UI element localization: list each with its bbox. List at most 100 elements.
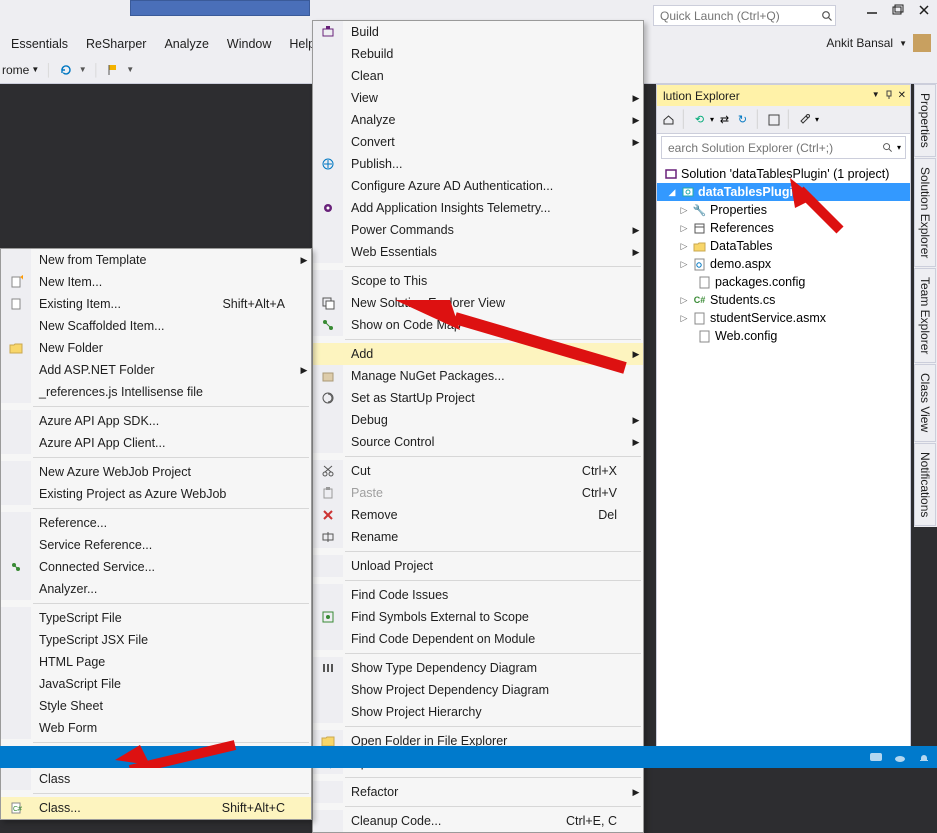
- menu-item[interactable]: Style Sheet: [1, 695, 311, 717]
- menu-item[interactable]: TypeScript File: [1, 607, 311, 629]
- expander-icon[interactable]: ▷: [679, 313, 689, 324]
- menu-item[interactable]: Rename: [313, 526, 643, 548]
- menu-item[interactable]: Find Code Issues: [313, 584, 643, 606]
- menu-item[interactable]: Web Form: [1, 717, 311, 739]
- menu-item[interactable]: Add ▶: [313, 343, 643, 365]
- menu-item[interactable]: Remove Del: [313, 504, 643, 526]
- document-tab[interactable]: [130, 0, 310, 16]
- quick-launch-input[interactable]: [654, 8, 817, 24]
- menu-item[interactable]: Unload Project: [313, 555, 643, 577]
- menu-item[interactable]: Rebuild: [313, 43, 643, 65]
- menu-item[interactable]: C# Class... Shift+Alt+C: [1, 797, 311, 819]
- menu-item[interactable]: Cut Ctrl+X: [313, 460, 643, 482]
- menu-item[interactable]: Analyzer...: [1, 578, 311, 600]
- menu-item[interactable]: New Azure WebJob Project: [1, 461, 311, 483]
- restore-button[interactable]: [891, 3, 905, 17]
- menu-item[interactable]: JavaScript File: [1, 673, 311, 695]
- properties-icon[interactable]: [797, 112, 812, 127]
- menu-item[interactable]: Power Commands ▶: [313, 219, 643, 241]
- menu-item[interactable]: Analyze ▶: [313, 109, 643, 131]
- tree-item[interactable]: ▷References: [657, 219, 910, 237]
- quick-launch-box[interactable]: [653, 5, 836, 26]
- menu-item[interactable]: _references.js Intellisense file: [1, 381, 311, 403]
- expander-icon[interactable]: ◢: [667, 187, 677, 198]
- menu-item[interactable]: Show on Code Map: [313, 314, 643, 336]
- menu-item[interactable]: Publish...: [313, 153, 643, 175]
- expander-icon[interactable]: ▷: [679, 205, 689, 216]
- menu-item[interactable]: Azure API App SDK...: [1, 410, 311, 432]
- cloud-icon[interactable]: [893, 751, 907, 765]
- menu-resharper[interactable]: ReSharper: [77, 33, 155, 55]
- tree-item[interactable]: ▷🔧Properties: [657, 201, 910, 219]
- menu-item[interactable]: View ▶: [313, 87, 643, 109]
- menu-window[interactable]: Window: [218, 33, 280, 55]
- menu-essentials[interactable]: Essentials: [2, 33, 77, 55]
- chevron-down-icon[interactable]: ▼: [872, 90, 880, 101]
- menu-item[interactable]: New Folder: [1, 337, 311, 359]
- menu-item[interactable]: Existing Item... Shift+Alt+A: [1, 293, 311, 315]
- menu-item[interactable]: Clean: [313, 65, 643, 87]
- browser-dropdown[interactable]: rome ▼: [2, 63, 39, 77]
- menu-item[interactable]: New from Template ▶: [1, 249, 311, 271]
- tree-item[interactable]: ▷DataTables: [657, 237, 910, 255]
- menu-item[interactable]: Build: [313, 21, 643, 43]
- menu-item[interactable]: Convert ▶: [313, 131, 643, 153]
- feedback-icon[interactable]: [869, 751, 883, 765]
- close-icon[interactable]: ✕: [898, 90, 906, 101]
- menu-item[interactable]: Find Code Dependent on Module: [313, 628, 643, 650]
- solution-explorer-search[interactable]: ▾: [661, 136, 906, 159]
- collapse-icon[interactable]: [766, 112, 781, 127]
- menu-item[interactable]: Paste Ctrl+V: [313, 482, 643, 504]
- menu-item[interactable]: Reference...: [1, 512, 311, 534]
- tree-item[interactable]: Web.config: [657, 327, 910, 345]
- solution-node[interactable]: Solution 'dataTablesPlugin' (1 project): [657, 165, 910, 183]
- side-tab-class-view[interactable]: Class View: [914, 364, 936, 441]
- menu-item[interactable]: Show Type Dependency Diagram: [313, 657, 643, 679]
- menu-item[interactable]: Show Project Hierarchy: [313, 701, 643, 723]
- user-area[interactable]: Ankit Bansal ▼: [826, 34, 931, 52]
- menu-item[interactable]: Class: [1, 768, 311, 790]
- tree-item[interactable]: ▷demo.aspx: [657, 255, 910, 273]
- menu-item[interactable]: TypeScript JSX File: [1, 629, 311, 651]
- menu-item[interactable]: Manage NuGet Packages...: [313, 365, 643, 387]
- menu-item[interactable]: Refactor ▶: [313, 781, 643, 803]
- expander-icon[interactable]: ▷: [679, 259, 689, 270]
- side-tab-properties[interactable]: Properties: [914, 84, 936, 157]
- notification-icon[interactable]: [917, 751, 931, 765]
- menu-item[interactable]: Add Application Insights Telemetry...: [313, 197, 643, 219]
- menu-item[interactable]: Web Essentials ▶: [313, 241, 643, 263]
- menu-item[interactable]: Find Symbols External to Scope: [313, 606, 643, 628]
- close-button[interactable]: [917, 3, 931, 17]
- tree-item[interactable]: packages.config: [657, 273, 910, 291]
- side-tab-team-explorer[interactable]: Team Explorer: [914, 268, 936, 363]
- menu-item[interactable]: Scope to This: [313, 270, 643, 292]
- menu-item[interactable]: Connected Service...: [1, 556, 311, 578]
- refresh-icon[interactable]: [59, 63, 73, 77]
- menu-item[interactable]: Source Control ▶: [313, 431, 643, 453]
- menu-item[interactable]: Configure Azure AD Authentication...: [313, 175, 643, 197]
- back-icon[interactable]: ⟲: [692, 112, 707, 127]
- menu-item[interactable]: Azure API App Client...: [1, 432, 311, 454]
- solution-search-input[interactable]: [662, 140, 878, 156]
- menu-item[interactable]: Set as StartUp Project: [313, 387, 643, 409]
- menu-item[interactable]: Cleanup Code... Ctrl+E, C: [313, 810, 643, 832]
- menu-item[interactable]: New Solution Explorer View: [313, 292, 643, 314]
- expander-icon[interactable]: ▷: [679, 241, 689, 252]
- menu-item[interactable]: Existing Project as Azure WebJob: [1, 483, 311, 505]
- side-tab-solution-explorer[interactable]: Solution Explorer: [914, 158, 936, 267]
- project-node[interactable]: ◢ dataTablesPlugin: [657, 183, 910, 201]
- menu-item[interactable]: Debug ▶: [313, 409, 643, 431]
- tree-item[interactable]: ▷studentService.asmx: [657, 309, 910, 327]
- home-icon[interactable]: [661, 112, 676, 127]
- menu-item[interactable]: Add ASP.NET Folder ▶: [1, 359, 311, 381]
- menu-analyze[interactable]: Analyze: [155, 33, 217, 55]
- expander-icon[interactable]: ▷: [679, 295, 689, 306]
- menu-item[interactable]: New Scaffolded Item...: [1, 315, 311, 337]
- side-tab-notifications[interactable]: Notifications: [914, 443, 936, 526]
- menu-item[interactable]: Service Reference...: [1, 534, 311, 556]
- menu-item[interactable]: Show Project Dependency Diagram: [313, 679, 643, 701]
- menu-item[interactable]: ✦ New Item...: [1, 271, 311, 293]
- flag-icon[interactable]: [106, 63, 120, 77]
- minimize-button[interactable]: [865, 3, 879, 17]
- refresh-icon[interactable]: ↻: [735, 112, 750, 127]
